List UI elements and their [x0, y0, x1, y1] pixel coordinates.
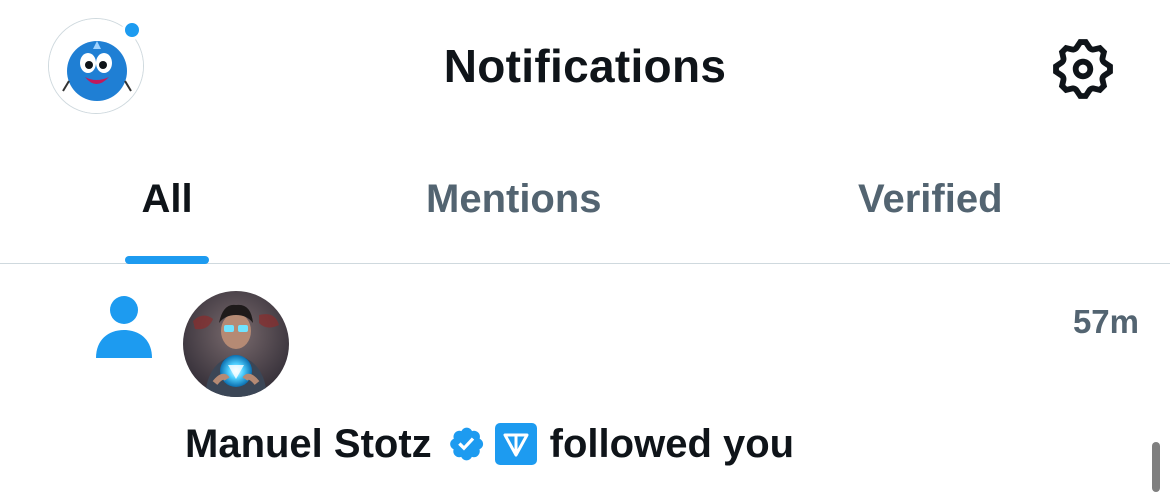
ton-logo-icon: [494, 423, 537, 465]
follower-name-link[interactable]: Manuel Stotz: [185, 422, 432, 467]
scrollbar[interactable]: [1152, 442, 1160, 492]
notification-item[interactable]: 57m Manuel Stotz followed you: [0, 264, 1170, 488]
notification-tabs: All Mentions Verified: [0, 135, 1170, 264]
follower-avatar[interactable]: [183, 291, 289, 397]
header-bar: Notifications: [0, 0, 1170, 135]
active-tab-indicator: [125, 256, 209, 264]
tab-verified[interactable]: Verified: [858, 171, 1003, 227]
page-title: Notifications: [443, 40, 727, 92]
person-icon: [96, 296, 152, 358]
notification-text: Manuel Stotz followed you: [185, 414, 794, 474]
verified-badge-icon: [449, 427, 483, 461]
tab-mentions[interactable]: Mentions: [426, 171, 602, 227]
gear-icon[interactable]: [1048, 34, 1118, 104]
notification-time: 57m: [1072, 303, 1139, 340]
notification-action: followed you: [549, 421, 795, 466]
tab-all[interactable]: All: [125, 171, 209, 227]
